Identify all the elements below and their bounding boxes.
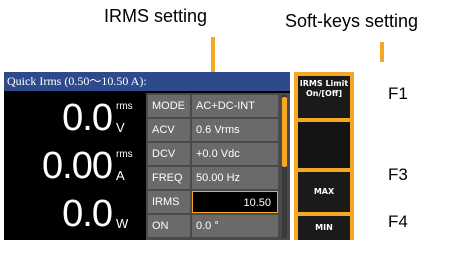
softkey-f1-irms-limit[interactable]: IRMS Limit On/[Off] [298,76,350,118]
param-row-irms[interactable]: IRMS 10.50 [148,191,278,215]
voltage-value: 0.0 [62,97,113,139]
param-value: AC+DC-INT [192,95,278,117]
irms-setting-callout: IRMS setting [104,6,208,26]
softkey-f3-max[interactable]: MAX [298,172,350,212]
param-label: DCV [148,143,190,165]
param-label: IRMS [148,191,190,213]
instrument-screen: Quick Irms (0.50～10.50 A): 0.0 rms V 0.0… [4,72,290,254]
quick-irms-title: Quick Irms (0.50～10.50 A): [4,72,290,91]
voltage-unit: V [116,120,125,135]
f3-label: F3 [388,165,408,184]
power-readout: 0.0 W [4,189,144,237]
softkeys-callout-line [380,42,384,62]
f4-label: F4 [388,212,408,231]
param-value: +0.0 Vdc [192,143,278,165]
scrollbar-thumb[interactable] [282,97,287,167]
param-row-on-phase[interactable]: ON Phs 0.0 ° [148,215,278,254]
param-row-mode[interactable]: MODE AC+DC-INT [148,95,278,119]
param-row-freq[interactable]: FREQ 50.00 Hz [148,167,278,191]
softkeys-setting-callout: Soft-keys setting [285,11,419,31]
irms-setting-field[interactable]: 10.50 [192,191,278,213]
power-unit: W [116,216,129,231]
softkey-f2-empty[interactable] [298,122,350,168]
parameter-panel: MODE AC+DC-INT ACV 0.6 Vrms DCV +0.0 Vdc… [146,93,290,254]
current-readout: 0.00 rms A [4,141,144,189]
current-value: 0.00 [42,145,113,187]
param-row-dcv[interactable]: DCV +0.0 Vdc [148,143,278,167]
param-scrollbar[interactable] [282,95,287,238]
param-value: 0.6 Vrms [192,119,278,141]
f1-label: F1 [388,84,408,103]
param-row-acv[interactable]: ACV 0.6 Vrms [148,119,278,143]
current-unit: A [116,168,125,183]
voltage-readout: 0.0 rms V [4,93,144,141]
param-label: FREQ [148,167,190,189]
param-value: 0.0 ° [192,215,278,237]
param-label: MODE [148,95,190,117]
param-label: ON Phs [148,215,190,254]
power-value: 0.0 [62,193,113,235]
current-rms-label: rms [116,149,133,160]
softkey-panel: IRMS Limit On/[Off] MAX MIN [294,72,354,240]
measurement-area: 0.0 rms V 0.00 rms A 0.0 W [4,93,144,240]
voltage-rms-label: rms [116,101,133,112]
param-value: 50.00 Hz [192,167,278,189]
param-label: ACV [148,119,190,141]
softkey-f4-min[interactable]: MIN [298,216,350,240]
